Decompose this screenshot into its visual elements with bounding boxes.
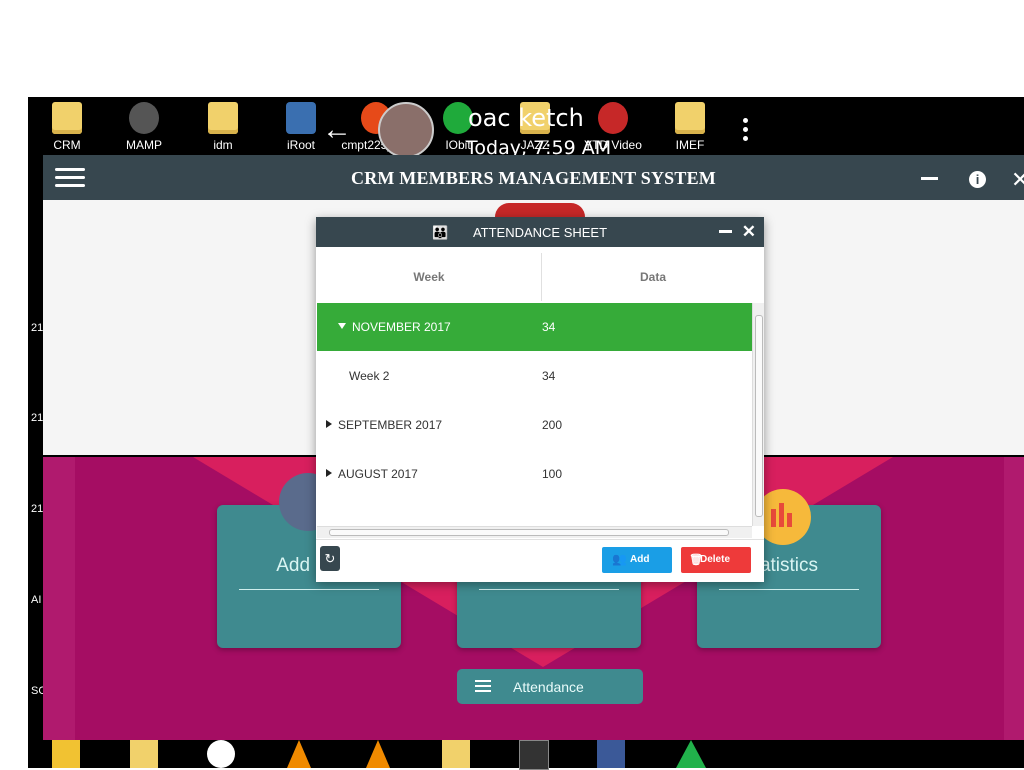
row-week: Week 2 — [349, 369, 390, 383]
vlc-icon[interactable] — [366, 740, 390, 768]
video-icon — [598, 102, 628, 134]
delete-button[interactable]: 🗑 Delete — [681, 547, 751, 573]
desktop-icon-idm[interactable]: idm — [193, 102, 253, 152]
logo — [495, 203, 585, 217]
desktop-icon-label: idm — [213, 138, 233, 152]
taskbar-app-icon[interactable] — [676, 740, 706, 768]
row-week: SEPTEMBER 2017 — [338, 418, 443, 432]
mamp-icon — [129, 102, 159, 134]
taskbar-folder-icon[interactable] — [442, 740, 470, 768]
info-icon[interactable]: i — [969, 171, 986, 188]
taskbar-folder-icon[interactable] — [130, 740, 158, 768]
app-title: CRM MEMBERS MANAGEMENT SYSTEM — [351, 168, 716, 188]
close-icon[interactable]: ✕ — [1011, 167, 1024, 193]
desktop-icon-label: IMEF — [675, 138, 705, 152]
taskbar-browser-icon[interactable] — [207, 740, 235, 768]
delete-button-label: Delete — [700, 554, 731, 565]
row-data: 100 — [542, 467, 563, 481]
refresh-button[interactable]: ↻ — [320, 546, 340, 571]
side-label: AI — [31, 594, 42, 606]
desktop-icon-mamp[interactable]: MAMP — [114, 102, 174, 152]
vlc-icon[interactable] — [287, 740, 311, 768]
row-data: 200 — [542, 418, 563, 432]
caret-right-icon[interactable] — [326, 469, 332, 477]
table-row[interactable]: Week 2 34 — [317, 352, 752, 400]
desktop-icon-label: iRoot — [286, 138, 315, 152]
add-button[interactable]: 👥 Add — [602, 547, 672, 573]
add-button-label: Add — [630, 554, 650, 565]
desktop-icon-crm[interactable]: CRM — [37, 102, 97, 152]
caret-down-icon[interactable] — [338, 323, 346, 329]
minimize-icon[interactable] — [921, 177, 938, 180]
attendance-button[interactable]: Attendance — [457, 669, 643, 704]
taskbar-app-icon[interactable] — [52, 740, 80, 768]
row-data: 34 — [542, 320, 556, 334]
row-week: AUGUST 2017 — [338, 467, 418, 481]
vertical-scrollbar[interactable] — [752, 303, 764, 526]
taskbar-app-icon[interactable] — [519, 740, 549, 770]
users-icon: 👥 — [612, 552, 627, 566]
minimize-icon[interactable] — [719, 230, 732, 233]
attendance-button-label: Attendance — [513, 679, 584, 695]
folder-icon — [208, 102, 238, 134]
overlay-title: oac ketch — [468, 104, 584, 132]
desktop-icon-imef[interactable]: IMEF — [660, 102, 720, 152]
facebook-icon[interactable] — [597, 740, 625, 768]
dialog-titlebar[interactable]: 👪 ATTENDANCE SHEET ✕ — [316, 217, 764, 247]
close-icon[interactable]: ✕ — [742, 222, 756, 242]
side-label: 21 — [31, 322, 44, 334]
side-label: 21 — [31, 412, 44, 424]
desktop-icon-label: MAMP — [126, 138, 162, 152]
avatar — [378, 102, 434, 158]
folder-icon — [52, 102, 82, 134]
table-row[interactable]: AUGUST 2017 100 — [317, 450, 752, 498]
app-header: CRM MEMBERS MANAGEMENT SYSTEM i ✕ — [43, 155, 1024, 200]
row-week: NOVEMBER 2017 — [352, 320, 451, 334]
list-icon — [475, 680, 491, 692]
column-header-week[interactable]: Week — [317, 253, 542, 301]
dialog-title: ATTENDANCE SHEET — [472, 225, 608, 240]
more-options-icon[interactable] — [743, 118, 749, 141]
horizontal-scrollbar[interactable] — [317, 526, 752, 538]
side-label: 21 — [31, 503, 44, 515]
table-row[interactable]: SEPTEMBER 2017 200 — [317, 401, 752, 449]
anchor-icon — [286, 102, 316, 134]
row-data: 34 — [542, 369, 556, 383]
attendance-dialog: 👪 ATTENDANCE SHEET ✕ Week Data NOVEMBER … — [316, 217, 764, 582]
column-header-data[interactable]: Data — [542, 253, 764, 301]
desktop-icon-label: CRM — [53, 138, 81, 152]
dialog-footer: ↻ 👥 Add 🗑 Delete — [316, 539, 764, 582]
table-row[interactable]: NOVEMBER 2017 34 — [317, 303, 752, 351]
folder-icon — [675, 102, 705, 134]
back-arrow-icon[interactable]: ← — [322, 115, 352, 145]
caret-right-icon[interactable] — [326, 420, 332, 428]
